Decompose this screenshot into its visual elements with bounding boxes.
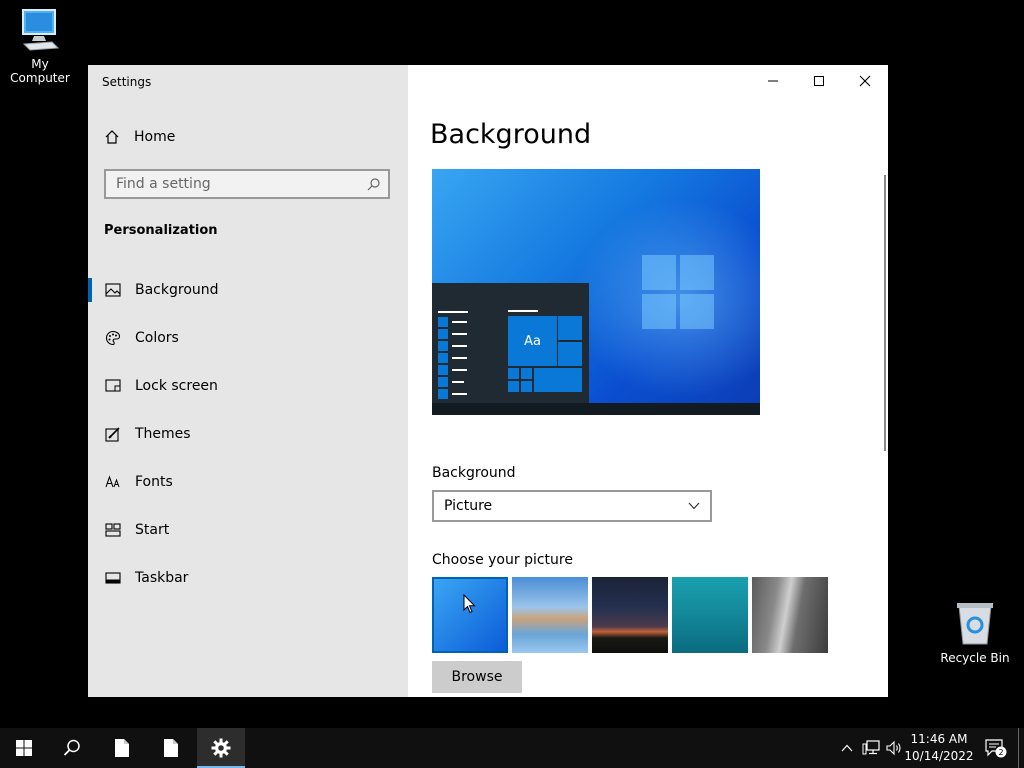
search-placeholder: Find a setting: [116, 176, 211, 192]
maximize-icon: [814, 76, 824, 86]
chevron-down-icon: [688, 502, 700, 510]
taskbar-settings[interactable]: [197, 728, 245, 768]
preview-start-menu: Aa: [432, 283, 589, 403]
close-button[interactable]: [842, 65, 888, 97]
page-title: Background: [430, 119, 592, 150]
section-title: Personalization: [104, 223, 218, 238]
maximize-button[interactable]: [796, 65, 842, 97]
search-input[interactable]: Find a setting: [104, 169, 390, 199]
recycle-bin-label: Recycle Bin: [940, 651, 1010, 665]
document-icon: [164, 739, 178, 757]
picture-thumbnail-night-sky[interactable]: [592, 577, 668, 653]
notification-count: 2: [998, 748, 1003, 757]
sidebar-nav: Background Colors Lock screen Themes Fon…: [88, 266, 408, 602]
mouse-cursor-icon: [463, 594, 476, 614]
taskbar-file-1[interactable]: [98, 728, 146, 768]
search-taskbar-button[interactable]: [48, 728, 96, 768]
sidebar-item-lock-screen[interactable]: Lock screen: [88, 362, 408, 410]
my-computer-label: My Computer: [10, 57, 70, 85]
sidebar-item-colors[interactable]: Colors: [88, 314, 408, 362]
sidebar-item-label: Lock screen: [135, 378, 218, 394]
windows-start-icon: [16, 740, 32, 756]
themes-icon: [104, 425, 122, 443]
background-label: Background: [432, 465, 516, 481]
home-label: Home: [134, 129, 176, 145]
home-icon: [105, 130, 119, 144]
document-icon: [115, 739, 129, 757]
choose-picture-label: Choose your picture: [432, 552, 573, 568]
sidebar-item-fonts[interactable]: Fonts: [88, 458, 408, 506]
sidebar-item-label: Themes: [135, 426, 191, 442]
gear-icon: [211, 738, 231, 758]
show-desktop-button[interactable]: [1018, 728, 1019, 768]
windows-logo-icon: [642, 255, 714, 329]
settings-window: Settings Home Find a setting Personaliza…: [88, 65, 888, 697]
picture-thumbnail-windows[interactable]: [432, 577, 508, 653]
fonts-icon: [104, 473, 122, 491]
speaker-icon: [886, 740, 901, 756]
sidebar-item-taskbar[interactable]: Taskbar: [88, 554, 408, 602]
minimize-button[interactable]: [750, 65, 796, 97]
palette-icon: [104, 329, 122, 347]
preview-tile-text: Aa: [507, 315, 558, 367]
sidebar-item-label: Start: [135, 522, 170, 538]
volume-button[interactable]: [884, 728, 904, 768]
sidebar: Settings Home Find a setting Personaliza…: [88, 65, 408, 697]
clock-time: 11:46 AM: [910, 732, 968, 746]
show-hidden-icons-button[interactable]: [838, 728, 856, 768]
clock[interactable]: 11:46 AM 10/14/2022: [904, 731, 974, 765]
picture-thumbnail-beach[interactable]: [512, 577, 588, 653]
home-link[interactable]: Home: [104, 129, 175, 145]
search-icon: [367, 177, 380, 190]
picture-thumbnails: [432, 577, 828, 653]
action-center-button[interactable]: 2: [978, 728, 1012, 768]
sidebar-item-label: Fonts: [135, 474, 173, 490]
minimize-icon: [768, 80, 778, 82]
search-icon: [63, 739, 80, 756]
computer-icon: [22, 9, 60, 51]
sidebar-item-label: Background: [135, 282, 219, 298]
taskbar: 11:46 AM 10/14/2022 2: [0, 728, 1024, 768]
recycle-bin-icon: [957, 603, 993, 645]
preview-taskbar: [432, 403, 760, 415]
window-title: Settings: [102, 75, 152, 89]
sidebar-item-label: Colors: [135, 330, 179, 346]
clock-date: 10/14/2022: [904, 749, 974, 763]
picture-thumbnail-underwater[interactable]: [672, 577, 748, 653]
background-dropdown-value: Picture: [444, 498, 493, 514]
sidebar-item-background[interactable]: Background: [88, 266, 408, 314]
chevron-up-icon: [841, 744, 853, 752]
sidebar-item-start[interactable]: Start: [88, 506, 408, 554]
notification-icon: 2: [985, 739, 1007, 758]
recycle-bin-desktop-icon[interactable]: Recycle Bin: [935, 600, 1015, 665]
start-button[interactable]: [0, 728, 48, 768]
background-preview: Aa: [432, 169, 760, 415]
sidebar-item-themes[interactable]: Themes: [88, 410, 408, 458]
browse-button[interactable]: Browse: [432, 661, 522, 693]
vertical-scrollbar[interactable]: [884, 175, 886, 451]
close-icon: [859, 75, 871, 87]
my-computer-desktop-icon[interactable]: My Computer: [0, 8, 80, 85]
taskbar-icon: [104, 569, 122, 587]
picture-icon: [104, 281, 122, 299]
taskbar-file-2[interactable]: [147, 728, 195, 768]
network-icon: [862, 740, 880, 755]
main-content: Background Aa Background Picture Choose …: [408, 65, 888, 697]
lock-screen-icon: [104, 377, 122, 395]
network-button[interactable]: [860, 728, 882, 768]
sidebar-item-label: Taskbar: [135, 570, 189, 586]
start-icon: [104, 521, 122, 539]
picture-thumbnail-rock[interactable]: [752, 577, 828, 653]
background-dropdown[interactable]: Picture: [432, 490, 712, 522]
